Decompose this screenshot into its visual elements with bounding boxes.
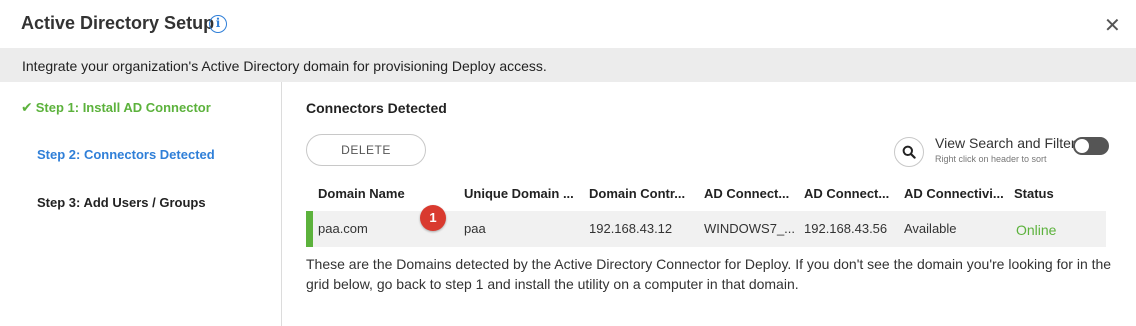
toggle-knob (1075, 139, 1089, 153)
sort-hint: Right click on header to sort (935, 154, 1047, 164)
steps-sidebar: ✔ Step 1: Install AD Connector Step 2: Co… (0, 82, 282, 326)
column-header-domain-name[interactable]: Domain Name (318, 186, 405, 201)
callout-badge: 1 (420, 205, 446, 231)
step-add-users-groups[interactable]: Step 3: Add Users / Groups (37, 195, 206, 210)
cell-ad-connector-ip: 192.168.43.56 (804, 221, 888, 236)
row-status-accent (306, 211, 313, 247)
cell-unique-domain: paa (464, 221, 486, 236)
column-header-domain-controller[interactable]: Domain Contr... (589, 186, 685, 201)
cell-status: Online (1016, 222, 1057, 238)
dialog-title: Active Directory Setup (21, 13, 215, 33)
search-button[interactable] (894, 137, 924, 167)
description-banner: Integrate your organization's Active Dir… (0, 48, 1136, 82)
step-label: Step 1: Install AD Connector (35, 100, 211, 115)
banner-text: Integrate your organization's Active Dir… (22, 58, 547, 74)
help-text: These are the Domains detected by the Ac… (306, 256, 1112, 292)
step-connectors-detected[interactable]: Step 2: Connectors Detected (37, 147, 215, 162)
close-icon[interactable]: ✕ (1104, 13, 1121, 38)
search-filter-toggle[interactable] (1073, 137, 1109, 155)
column-header-ad-connector-ip[interactable]: AD Connect... (804, 186, 889, 201)
step-install-ad-connector[interactable]: ✔ Step 1: Install AD Connector (21, 99, 211, 116)
delete-button[interactable]: DELETE (306, 134, 426, 166)
check-icon: ✔ (21, 99, 33, 115)
cell-domain-controller: 192.168.43.12 (589, 221, 673, 236)
column-header-status[interactable]: Status (1014, 186, 1054, 201)
view-search-filter-label: View Search and Filter (935, 135, 1076, 151)
section-title: Connectors Detected (306, 100, 447, 116)
search-icon (902, 145, 916, 159)
info-icon[interactable]: i (209, 15, 227, 33)
column-header-unique-domain[interactable]: Unique Domain ... (464, 186, 574, 201)
dialog-header: Active Directory Setup i ✕ (0, 0, 1136, 48)
column-header-ad-connectivity[interactable]: AD Connectivi... (904, 186, 1004, 201)
cell-ad-connector-name: WINDOWS7_... (704, 221, 796, 236)
column-header-ad-connector-name[interactable]: AD Connect... (704, 186, 789, 201)
cell-domain-name: paa.com (318, 221, 368, 236)
cell-ad-connectivity: Available (904, 221, 957, 236)
